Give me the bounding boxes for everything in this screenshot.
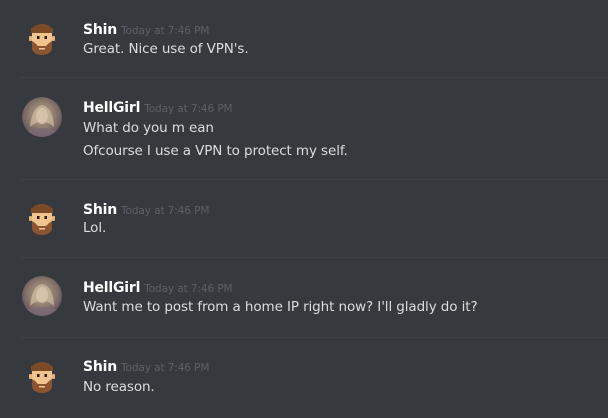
username[interactable]: HellGirl: [83, 100, 140, 116]
message-text: No reason.: [83, 379, 155, 395]
photo-avatar-icon[interactable]: [22, 97, 62, 137]
photo-avatar-icon[interactable]: [22, 276, 62, 316]
chat-message-list[interactable]: Shin Today at 7:46 PM Great. Nice use of …: [0, 0, 608, 418]
username[interactable]: Shin: [83, 202, 117, 218]
message-text: Ofcourse I use a VPN to protect my self.: [83, 143, 348, 159]
bearded-man-avatar-icon[interactable]: [22, 357, 62, 397]
message-text: Lol.: [83, 220, 107, 236]
message-header: Shin Today at 7:46 PM: [83, 19, 209, 38]
message-group: Shin Today at 7:46 PM No reason.: [0, 338, 608, 418]
username[interactable]: Shin: [83, 22, 117, 38]
timestamp[interactable]: Today at 7:46 PM: [144, 103, 232, 115]
message-text: Great. Nice use of VPN's.: [83, 41, 249, 57]
message-header: Shin Today at 7:46 PM: [83, 356, 209, 375]
timestamp[interactable]: Today at 7:46 PM: [121, 362, 209, 374]
timestamp[interactable]: Today at 7:46 PM: [144, 283, 232, 295]
message-group: HellGirl Today at 7:46 PM What do you m e…: [0, 78, 608, 179]
message-header: Shin Today at 7:46 PM: [83, 199, 209, 218]
message-text: Want me to post from a home IP right now…: [83, 299, 478, 315]
timestamp[interactable]: Today at 7:46 PM: [121, 205, 209, 217]
message-header: HellGirl Today at 7:46 PM: [83, 97, 233, 116]
message-group: Shin Today at 7:46 PM Great. Nice use of …: [0, 0, 608, 78]
message-text: What do you m ean: [83, 120, 214, 136]
message-header: HellGirl Today at 7:46 PM: [83, 277, 233, 296]
username[interactable]: HellGirl: [83, 280, 140, 296]
timestamp[interactable]: Today at 7:46 PM: [121, 25, 209, 37]
message-group: HellGirl Today at 7:46 PM Want me to post…: [0, 258, 608, 337]
message-group: Shin Today at 7:46 PM Lol.: [0, 180, 608, 257]
bearded-man-avatar-icon[interactable]: [22, 199, 62, 239]
bearded-man-avatar-icon[interactable]: [22, 19, 62, 59]
username[interactable]: Shin: [83, 359, 117, 375]
